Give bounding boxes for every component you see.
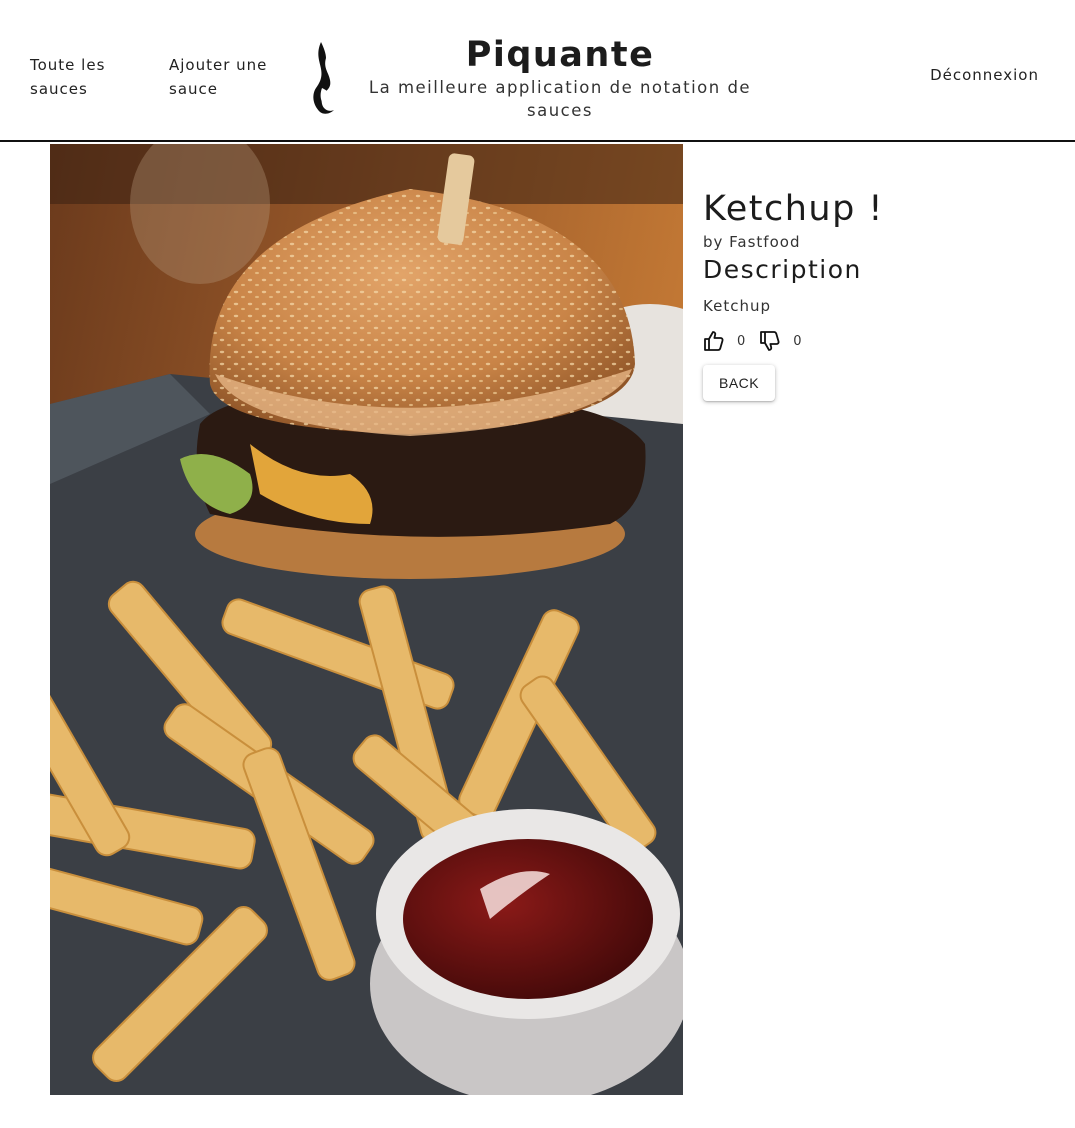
description-heading: Description (703, 255, 862, 284)
nav-all-sauces-link[interactable]: Toute les sauces (30, 53, 140, 101)
sauce-details: Ketchup ! by Fastfood Description Ketchu… (703, 186, 1043, 401)
thumbs-down-icon[interactable] (759, 329, 783, 353)
logout-link[interactable]: Déconnexion (930, 66, 1039, 84)
thumbs-up-icon[interactable] (703, 329, 727, 353)
dislike-button[interactable]: 0 (759, 329, 802, 353)
nav-add-sauce-link[interactable]: Ajouter une sauce (169, 53, 284, 101)
brand: Piquante La meilleure application de not… (360, 34, 760, 122)
app-title: Piquante (465, 35, 655, 75)
like-controls: 0 0 (703, 329, 1043, 353)
burger-fries-photo (50, 144, 683, 1095)
back-button[interactable]: BACK (703, 365, 776, 401)
sauce-manufacturer: by Fastfood (703, 233, 801, 251)
flame-icon (313, 42, 334, 114)
sauce-image (50, 144, 683, 1095)
app-header: Toute les sauces Ajouter une sauce Piqua… (0, 0, 1075, 142)
description-text: Ketchup (703, 297, 771, 315)
dislike-count: 0 (793, 333, 802, 349)
like-button[interactable]: 0 (703, 329, 745, 353)
sauce-name: Ketchup ! (703, 189, 884, 229)
app-subtitle: La meilleure application de notation de … (368, 78, 752, 120)
like-count: 0 (737, 333, 746, 349)
